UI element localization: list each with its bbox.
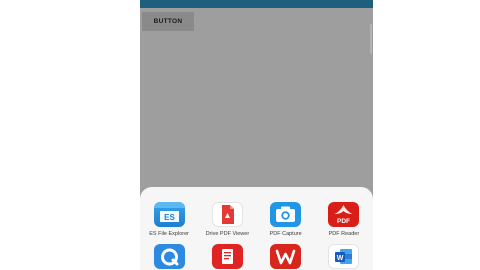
pdf-capture-icon [270,202,302,227]
red-document-app-icon [211,244,243,269]
main-button[interactable]: BUTTON [142,12,194,31]
phone-screen: BUTTON ES ES File Explorer Drive PDF Vie… [140,0,373,270]
app-ring-search[interactable] [140,244,198,270]
word-app-icon: W [328,244,360,269]
app-pdf-capture[interactable]: PDF Capture [257,202,315,238]
svg-text:PDF: PDF [337,218,350,225]
app-pdf-reader[interactable]: PDF PDF Reader [315,202,373,238]
svg-text:ES: ES [164,213,175,222]
app-word[interactable]: W [315,244,373,270]
app-grid: ES ES File Explorer Drive PDF Viewer PDF… [140,202,373,270]
app-label: PDF Capture [269,231,302,237]
app-red-document[interactable] [198,244,256,270]
app-label: PDF Reader [328,231,360,237]
app-label: ES File Explorer [149,231,189,237]
app-label: Drive PDF Viewer [205,231,250,237]
wps-office-icon [270,244,302,269]
pdf-reader-icon: PDF [328,202,360,227]
app-drive-pdf-viewer[interactable]: Drive PDF Viewer [198,202,256,238]
drive-pdf-viewer-icon [211,202,243,227]
app-wps-office[interactable] [257,244,315,270]
ring-search-app-icon [153,244,185,269]
share-sheet: ES ES File Explorer Drive PDF Viewer PDF… [140,187,373,270]
status-bar [140,0,373,8]
app-es-file-explorer[interactable]: ES ES File Explorer [140,202,198,238]
es-file-explorer-icon: ES [153,202,185,227]
svg-text:W: W [337,255,344,262]
scroll-indicator [370,24,372,54]
